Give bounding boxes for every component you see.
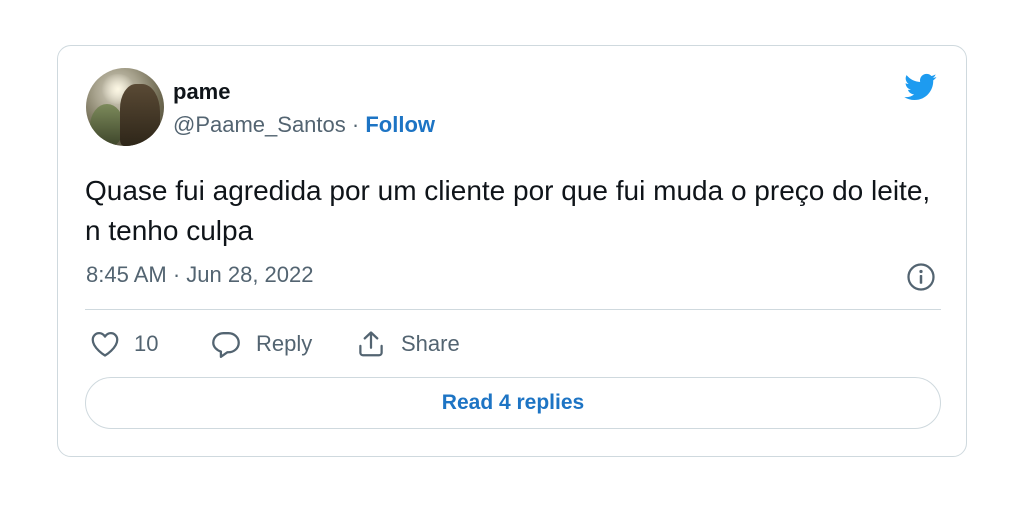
- read-replies-button[interactable]: Read 4 replies: [85, 377, 941, 429]
- heart-icon: [91, 332, 119, 357]
- divider: [85, 309, 941, 310]
- tweet-timestamp[interactable]: 8:45 AM · Jun 28, 2022: [86, 262, 314, 288]
- share-label: Share: [401, 331, 460, 356]
- like-count: 10: [134, 331, 159, 356]
- reply-bubble-icon: [212, 332, 240, 358]
- reply-label: Reply: [256, 331, 313, 356]
- tweet-card: pame @Paame_Santos · Follow Quase fui ag…: [57, 45, 967, 457]
- share-icon: [359, 331, 383, 357]
- follow-button[interactable]: Follow: [365, 112, 435, 137]
- separator: ·: [345, 112, 366, 137]
- twitter-bird-icon[interactable]: [900, 70, 940, 104]
- info-icon[interactable]: [906, 262, 936, 292]
- avatar[interactable]: [86, 68, 164, 146]
- tweet-text: Quase fui agredida por um cliente por qu…: [85, 175, 931, 246]
- share-button[interactable]: Share: [355, 328, 460, 360]
- user-name[interactable]: pame: [173, 79, 230, 105]
- user-handle[interactable]: @Paame_Santos: [173, 112, 346, 137]
- handle-line: @Paame_Santos · Follow: [173, 112, 435, 138]
- reply-button[interactable]: Reply: [210, 328, 312, 360]
- like-button[interactable]: 10: [90, 328, 158, 360]
